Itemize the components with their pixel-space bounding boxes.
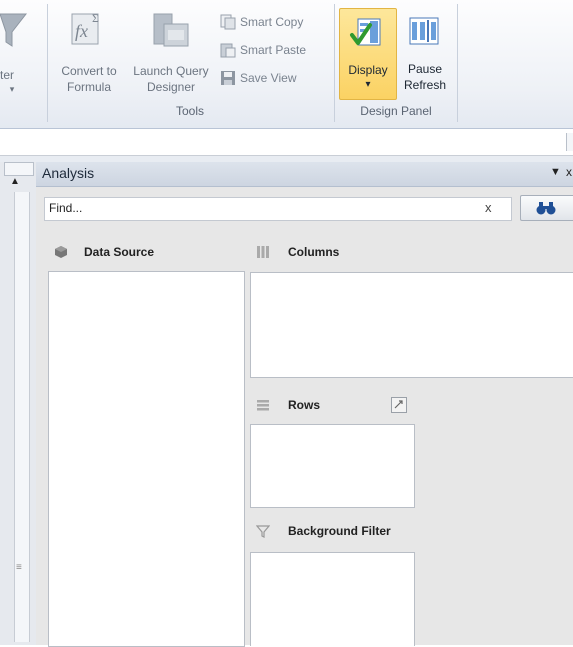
data-source-icon <box>55 246 67 258</box>
swap-axes-button[interactable] <box>391 397 407 413</box>
pause-refresh-button[interactable]: Pause Refresh <box>398 8 452 98</box>
search-clear-icon[interactable]: x <box>485 200 492 215</box>
left-pane-strip: ▲ ≡ <box>0 162 37 645</box>
data-source-header: Data Source <box>54 245 154 259</box>
background-filter-title: Background Filter <box>288 524 391 538</box>
analysis-panel-header: Analysis ▼ x <box>36 162 573 187</box>
display-label: Display <box>348 63 388 77</box>
scroll-up-icon[interactable]: ▲ <box>10 176 20 187</box>
rows-title: Rows <box>288 398 321 412</box>
search-input[interactable]: Find... x <box>44 197 512 221</box>
formula-icon: fx Σ <box>71 11 99 45</box>
binoculars-icon <box>536 202 556 215</box>
save-view-icon <box>221 71 235 85</box>
data-source-title: Data Source <box>84 245 155 259</box>
panel-menu-icon[interactable]: ▼ <box>550 166 561 178</box>
display-dropdown-icon: ▾ <box>365 79 371 90</box>
launch-query-label-line1: Launch Query <box>133 64 209 78</box>
convert-to-formula-button[interactable]: fx Σ Convert to Formula <box>52 4 126 100</box>
collapse-button[interactable] <box>4 162 34 176</box>
group-separator <box>334 4 335 122</box>
design-panel-group-label: Design Panel <box>360 104 432 118</box>
display-icon <box>350 18 381 46</box>
pause-refresh-icon <box>409 17 439 45</box>
tools-group-label: Tools <box>175 104 204 118</box>
background-filter-header: Background Filter <box>256 524 391 538</box>
rows-dropzone[interactable] <box>250 424 415 508</box>
search-button[interactable] <box>520 195 573 221</box>
scroll-grip-icon[interactable]: ≡ <box>16 562 22 573</box>
filter-label: ter <box>0 68 15 82</box>
pause-label-line2: Refresh <box>403 78 447 92</box>
vertical-scroll-track[interactable] <box>14 192 30 642</box>
data-source-tree[interactable] <box>48 271 245 647</box>
filter-dropdown-icon: ▾ <box>9 84 15 94</box>
smart-copy-button[interactable]: Smart Copy <box>220 12 303 32</box>
ribbon: ter ▾ fx Σ Convert to Formula Launch Que… <box>0 0 573 129</box>
launch-query-label-line2: Designer <box>146 80 196 94</box>
convert-label-line1: Convert to <box>61 64 117 78</box>
pause-label-line1: Pause <box>407 62 443 76</box>
rows-icon <box>257 400 269 411</box>
formula-bar[interactable] <box>0 129 573 156</box>
search-placeholder: Find... <box>49 201 83 215</box>
background-filter-dropzone[interactable] <box>250 552 415 646</box>
panel-title: Analysis <box>42 165 95 181</box>
filter-button[interactable]: ter ▾ <box>0 4 46 100</box>
smart-paste-icon <box>220 43 236 58</box>
smart-copy-icon <box>220 14 236 30</box>
filter-funnel-icon <box>256 525 270 538</box>
convert-label-line2: Formula <box>66 80 111 94</box>
rows-header: Rows <box>256 398 320 412</box>
smart-paste-label: Smart Paste <box>240 43 307 57</box>
swap-axes-icon <box>394 400 403 409</box>
svg-text:fx: fx <box>75 21 88 41</box>
filter-icon <box>0 13 28 47</box>
save-view-label: Save View <box>240 71 297 85</box>
panel-close-icon[interactable]: x <box>566 165 572 179</box>
smart-paste-button[interactable]: Smart Paste <box>220 40 306 60</box>
columns-icon <box>257 246 269 258</box>
query-designer-icon <box>153 13 189 47</box>
columns-dropzone[interactable] <box>250 272 573 378</box>
columns-title: Columns <box>288 245 340 259</box>
launch-query-designer-button[interactable]: Launch Query Designer <box>126 4 216 100</box>
group-separator <box>457 4 458 122</box>
display-button[interactable]: Display ▾ <box>339 8 397 100</box>
svg-text:Σ: Σ <box>92 11 99 25</box>
save-view-button[interactable]: Save View <box>220 68 296 88</box>
columns-header: Columns <box>256 245 339 259</box>
smart-copy-label: Smart Copy <box>240 15 304 29</box>
formula-bar-expand-handle[interactable] <box>566 133 573 151</box>
